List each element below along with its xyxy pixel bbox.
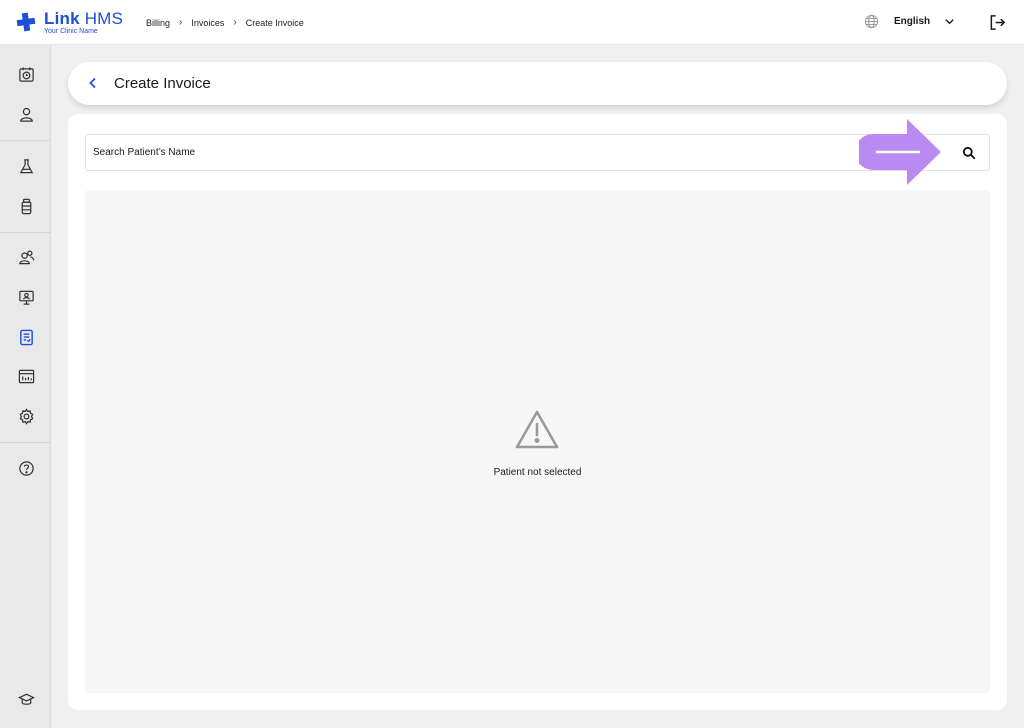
sidebar-item-telemedicine[interactable] xyxy=(16,287,36,307)
empty-state-panel: Patient not selected xyxy=(85,190,990,693)
billing-icon xyxy=(19,329,33,345)
empty-state-message: Patient not selected xyxy=(493,467,582,478)
arrow-callout-icon xyxy=(859,119,941,185)
sidebar-item-reports[interactable] xyxy=(16,366,36,386)
sidebar-item-appointments[interactable] xyxy=(16,64,36,84)
logo-cross-icon xyxy=(16,12,36,32)
patient-icon xyxy=(19,107,33,122)
appointments-icon xyxy=(18,66,34,82)
sidebar-item-pharmacy[interactable] xyxy=(16,196,36,216)
search-button[interactable] xyxy=(960,144,978,162)
sidebar-item-staff[interactable] xyxy=(16,247,36,267)
language-label: English xyxy=(894,16,931,27)
main-content: Patient not selected xyxy=(68,114,1007,710)
clinic-name: Your Clinic Name xyxy=(44,28,98,35)
sidebar-item-billing[interactable] xyxy=(16,327,36,347)
chevron-left-icon xyxy=(89,77,96,89)
breadcrumb-invoices[interactable]: Invoices xyxy=(191,18,224,28)
search-input[interactable] xyxy=(93,135,853,170)
logout-icon xyxy=(990,15,1006,30)
lab-flask-icon xyxy=(19,158,33,173)
sidebar-item-lab[interactable] xyxy=(16,156,36,176)
staff-icon xyxy=(18,250,34,264)
breadcrumb-separator-icon: › xyxy=(233,17,237,28)
page-header: Create Invoice xyxy=(68,62,1007,105)
sidebar-divider xyxy=(0,140,51,141)
breadcrumb-create-invoice: Create Invoice xyxy=(245,17,304,28)
help-icon xyxy=(18,460,34,476)
globe-icon xyxy=(864,14,879,29)
top-bar: Link HMS Your Clinic Name Billing › Invo… xyxy=(0,0,1024,45)
breadcrumb-separator-icon: › xyxy=(179,17,183,28)
page-title: Create Invoice xyxy=(114,75,211,92)
sidebar-divider xyxy=(0,232,51,233)
app-name: Link HMS xyxy=(44,9,124,28)
back-button[interactable] xyxy=(84,74,102,92)
language-selector[interactable]: English xyxy=(864,14,955,29)
logout-button[interactable] xyxy=(989,14,1006,36)
sidebar-item-training[interactable] xyxy=(16,689,36,709)
sidebar-item-patients[interactable] xyxy=(16,104,36,124)
training-icon xyxy=(17,693,35,705)
breadcrumb-billing[interactable]: Billing xyxy=(146,18,170,28)
sidebar xyxy=(0,45,51,728)
patient-search xyxy=(85,119,990,185)
breadcrumb: Billing › Invoices › Create Invoice xyxy=(146,17,304,28)
warning-icon xyxy=(515,410,559,449)
search-icon xyxy=(962,146,976,160)
sidebar-divider xyxy=(0,442,51,443)
app-logo[interactable]: Link HMS Your Clinic Name xyxy=(16,10,123,35)
reports-icon xyxy=(18,369,34,383)
pharmacy-bottle-icon xyxy=(21,198,31,214)
telemedicine-icon xyxy=(18,290,34,305)
sidebar-item-settings[interactable] xyxy=(16,406,36,426)
settings-icon xyxy=(19,407,33,425)
sidebar-item-help[interactable] xyxy=(16,458,36,478)
chevron-down-icon xyxy=(945,19,954,25)
